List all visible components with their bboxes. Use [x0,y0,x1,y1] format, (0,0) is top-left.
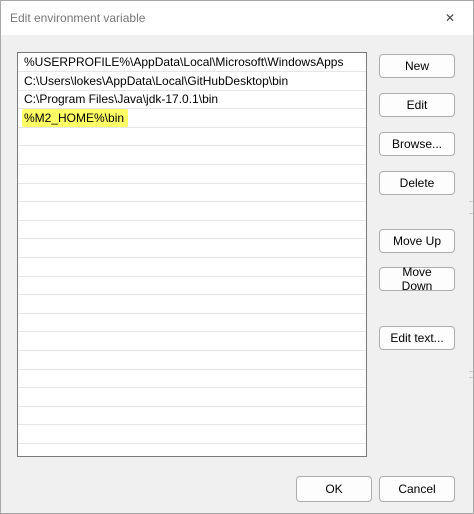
ok-button[interactable]: OK [296,476,372,502]
move-down-button[interactable]: Move Down [379,265,455,293]
empty-list-row[interactable] [18,259,366,277]
empty-list-row[interactable] [18,184,366,203]
empty-list-row[interactable] [18,445,366,456]
empty-list-row[interactable] [18,333,366,351]
close-icon: ✕ [444,11,456,25]
delete-button[interactable]: Delete [379,171,455,195]
list-item[interactable]: C:\Users\lokes\AppData\Local\GitHubDeskt… [18,73,366,91]
empty-list-row[interactable] [18,370,366,389]
background-edge [469,201,473,202]
list-item-text: C:\Program Files\Java\jdk-17.0.1\bin [24,92,219,107]
empty-list-row[interactable] [18,296,366,314]
title-bar: Edit environment variable ✕ [1,1,473,35]
background-edge [469,213,473,214]
edit-button[interactable]: Edit [379,93,455,117]
new-button[interactable]: New [379,54,455,78]
empty-list-row[interactable] [18,147,366,165]
empty-list-row[interactable] [18,352,366,370]
list-item-text: %USERPROFILE%\AppData\Local\Microsoft\Wi… [24,55,344,69]
path-list[interactable]: %USERPROFILE%\AppData\Local\Microsoft\Wi… [17,52,367,457]
empty-list-row[interactable] [18,166,366,184]
background-edge [469,371,473,372]
list-item[interactable]: %USERPROFILE%\AppData\Local\Microsoft\Wi… [18,54,366,72]
list-item-text: C:\Users\lokes\AppData\Local\GitHubDeskt… [24,73,289,88]
list-item[interactable]: C:\Program Files\Java\jdk-17.0.1\bin [18,91,366,110]
window-title: Edit environment variable [10,11,146,25]
list-item-text: %M2_HOME%\bin [22,108,129,127]
empty-list-row[interactable] [18,314,366,333]
close-button[interactable]: ✕ [427,1,473,35]
move-up-button[interactable]: Move Up [379,229,455,253]
empty-list-row[interactable] [18,240,366,258]
empty-list-row[interactable] [18,221,366,240]
empty-list-row[interactable] [18,203,366,221]
browse-button[interactable]: Browse... [379,132,455,156]
edit-environment-variable-dialog: Edit environment variable ✕ %USERPROFILE… [0,0,474,514]
empty-list-row[interactable] [18,128,366,147]
empty-list-row[interactable] [18,389,366,407]
empty-list-row[interactable] [18,426,366,444]
edit-text-button[interactable]: Edit text... [379,326,455,350]
list-item[interactable]: %M2_HOME%\bin [18,108,366,128]
empty-list-row[interactable] [18,277,366,296]
background-edge [469,377,473,378]
cancel-button[interactable]: Cancel [379,476,455,502]
empty-list-row[interactable] [18,407,366,426]
